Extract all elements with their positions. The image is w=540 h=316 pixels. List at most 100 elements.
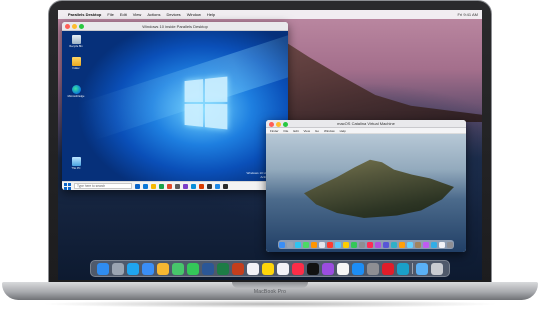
menu-file[interactable]: File bbox=[107, 12, 113, 17]
taskbar-app-icon[interactable] bbox=[135, 183, 140, 189]
mac-menubar: Parallels Desktop File Edit View Actions… bbox=[58, 10, 482, 19]
trash-icon[interactable] bbox=[431, 262, 443, 275]
app-store-icon[interactable] bbox=[352, 262, 364, 275]
recycle-bin-icon bbox=[71, 35, 81, 44]
downloads-icon[interactable] bbox=[416, 262, 428, 275]
desktop-icon-edge[interactable]: Microsoft Edge bbox=[68, 85, 84, 99]
desktop-icon-this-pc[interactable]: This PC bbox=[68, 157, 84, 171]
calendar-icon[interactable] bbox=[247, 262, 259, 275]
taskbar-search-box[interactable]: Type here to search bbox=[74, 183, 132, 189]
maps-icon[interactable] bbox=[172, 262, 184, 275]
vm-dock-app-icon[interactable] bbox=[367, 241, 373, 248]
laptop-notch bbox=[232, 282, 308, 288]
podcasts-icon[interactable] bbox=[322, 262, 334, 275]
dock-separator bbox=[412, 263, 413, 274]
vm-menu-go[interactable]: Go bbox=[315, 129, 319, 133]
desktop-icon-folder[interactable]: Folder bbox=[68, 57, 84, 71]
menubar-clock[interactable]: Fri 9:41 AM bbox=[458, 12, 478, 17]
word-icon[interactable] bbox=[202, 262, 214, 275]
zoom-icon[interactable] bbox=[79, 24, 84, 29]
vm-dock-app-icon[interactable] bbox=[359, 241, 365, 248]
menu-help[interactable]: Help bbox=[207, 12, 215, 17]
safari-icon[interactable] bbox=[127, 262, 139, 275]
taskbar-app-icon[interactable] bbox=[143, 183, 148, 189]
desktop-icon-label: This PC bbox=[71, 167, 81, 170]
vm-dock-app-icon[interactable] bbox=[439, 241, 445, 248]
vm-dock-app-icon[interactable] bbox=[431, 241, 437, 248]
system-preferences-icon[interactable] bbox=[367, 262, 379, 275]
vm-dock-app-icon[interactable] bbox=[335, 241, 341, 248]
taskbar-app-icon[interactable] bbox=[223, 183, 228, 189]
taskbar-app-icon[interactable] bbox=[215, 183, 220, 189]
macos-vm-window[interactable]: macOS Catalina Virtual Machine Finder Fi… bbox=[266, 120, 466, 252]
powerpoint-icon[interactable] bbox=[232, 262, 244, 275]
vm-menu-window[interactable]: Window bbox=[324, 129, 335, 133]
vm-dock-app-icon[interactable] bbox=[279, 241, 285, 248]
taskbar-app-icon[interactable] bbox=[167, 183, 172, 189]
mail-icon[interactable] bbox=[142, 262, 154, 275]
vm-dock-app-icon[interactable] bbox=[383, 241, 389, 248]
menu-actions[interactable]: Actions bbox=[147, 12, 160, 17]
vm-menu-help[interactable]: Help bbox=[340, 129, 346, 133]
messages-icon[interactable] bbox=[187, 262, 199, 275]
edge-icon[interactable] bbox=[397, 262, 409, 275]
vm-dock-app-icon[interactable] bbox=[423, 241, 429, 248]
menu-window[interactable]: Window bbox=[187, 12, 201, 17]
windows-vm-title: Windows 10 inside Parallels Desktop bbox=[142, 23, 208, 29]
catalina-island bbox=[304, 159, 454, 218]
vm-menu-file[interactable]: File bbox=[284, 129, 289, 133]
vm-dock-app-icon[interactable] bbox=[415, 241, 421, 248]
vm-menu-view[interactable]: View bbox=[304, 129, 310, 133]
taskbar-app-icon[interactable] bbox=[159, 183, 164, 189]
macos-vm-title: macOS Catalina Virtual Machine bbox=[337, 121, 395, 126]
minimize-icon[interactable] bbox=[72, 24, 77, 29]
windows-vm-titlebar[interactable]: Windows 10 inside Parallels Desktop bbox=[62, 22, 288, 31]
notes-icon[interactable] bbox=[262, 262, 274, 275]
taskbar-app-icon[interactable] bbox=[191, 183, 196, 189]
finder-icon[interactable] bbox=[97, 262, 109, 275]
close-icon[interactable] bbox=[269, 121, 274, 127]
laptop-shadow bbox=[40, 300, 500, 308]
menu-app-name[interactable]: Parallels Desktop bbox=[68, 12, 101, 17]
macos-vm-titlebar[interactable]: macOS Catalina Virtual Machine bbox=[266, 120, 466, 128]
vm-menu-finder[interactable]: Finder bbox=[270, 129, 279, 133]
vm-menu-edit[interactable]: Edit bbox=[293, 129, 298, 133]
taskbar-app-icon[interactable] bbox=[199, 183, 204, 189]
reminders-icon[interactable] bbox=[277, 262, 289, 275]
vm-dock-app-icon[interactable] bbox=[343, 241, 349, 248]
vm-dock-app-icon[interactable] bbox=[407, 241, 413, 248]
desktop-icon-recycle-bin[interactable]: Recycle Bin bbox=[68, 35, 84, 49]
menu-view[interactable]: View bbox=[133, 12, 142, 17]
vm-dock-app-icon[interactable] bbox=[319, 241, 325, 248]
start-button[interactable] bbox=[64, 182, 71, 190]
device-label: MacBook Pro bbox=[253, 289, 287, 295]
zoom-icon[interactable] bbox=[283, 121, 288, 127]
taskbar-app-icon[interactable] bbox=[207, 183, 212, 189]
tv-icon[interactable] bbox=[307, 262, 319, 275]
windows-vm-window[interactable]: Windows 10 inside Parallels Desktop Recy… bbox=[62, 22, 288, 190]
launchpad-icon[interactable] bbox=[112, 262, 124, 275]
folder-icon bbox=[71, 57, 81, 66]
vm-dock-app-icon[interactable] bbox=[375, 241, 381, 248]
minimize-icon[interactable] bbox=[276, 121, 281, 127]
news-icon[interactable] bbox=[337, 262, 349, 275]
music-icon[interactable] bbox=[292, 262, 304, 275]
taskbar-app-icon[interactable] bbox=[175, 183, 180, 189]
vm-dock-app-icon[interactable] bbox=[287, 241, 293, 248]
vm-dock-app-icon[interactable] bbox=[295, 241, 301, 248]
vm-dock-app-icon[interactable] bbox=[447, 241, 453, 248]
taskbar-app-icon[interactable] bbox=[183, 183, 188, 189]
vm-dock-app-icon[interactable] bbox=[303, 241, 309, 248]
vm-dock-app-icon[interactable] bbox=[327, 241, 333, 248]
excel-icon[interactable] bbox=[217, 262, 229, 275]
parallels-icon[interactable] bbox=[382, 262, 394, 275]
vm-dock-app-icon[interactable] bbox=[399, 241, 405, 248]
taskbar-app-icon[interactable] bbox=[151, 183, 156, 189]
vm-dock-app-icon[interactable] bbox=[311, 241, 317, 248]
photos-icon[interactable] bbox=[157, 262, 169, 275]
vm-dock-app-icon[interactable] bbox=[351, 241, 357, 248]
menu-edit[interactable]: Edit bbox=[120, 12, 127, 17]
menu-devices[interactable]: Devices bbox=[166, 12, 180, 17]
vm-dock-app-icon[interactable] bbox=[391, 241, 397, 248]
close-icon[interactable] bbox=[65, 24, 70, 29]
